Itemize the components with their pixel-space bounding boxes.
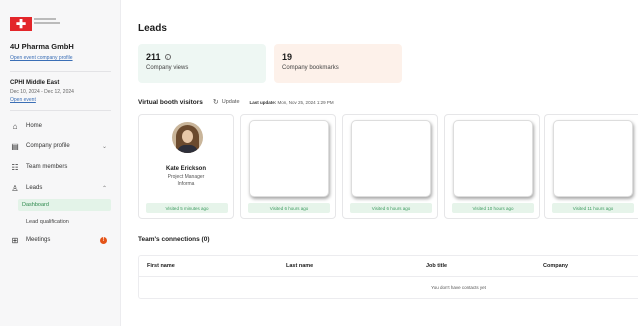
- sidebar-subitem-dashboard[interactable]: Dashboard: [18, 199, 111, 211]
- visitor-card[interactable]: Visited 10 hours ago: [444, 114, 540, 219]
- sidebar-divider: [10, 110, 111, 111]
- visitor-card[interactable]: Kate Erickson Project Manager Informa Vi…: [138, 114, 234, 219]
- sidebar-item-label: Meetings: [26, 237, 51, 243]
- company-profile-link[interactable]: Open event company profile: [10, 55, 73, 61]
- company-bookmarks-value: 19: [282, 52, 293, 62]
- company-bookmarks-label: Company bookmarks: [282, 65, 339, 71]
- event-name: CPHI Middle East: [10, 80, 60, 86]
- visited-badge: Visited 5 minutes ago: [146, 203, 228, 213]
- column-header[interactable]: Company: [543, 263, 568, 269]
- leads-icon: ♙: [11, 183, 19, 193]
- update-button[interactable]: ↻ Update: [213, 98, 240, 106]
- update-label: Update: [221, 99, 240, 105]
- sidebar-item-label: Company profile: [26, 143, 70, 149]
- visitor-placeholder: [351, 120, 431, 197]
- chevron-down-icon: ⌄: [101, 143, 107, 150]
- team-icon: ☷: [11, 162, 19, 172]
- logo-wordmark: [34, 18, 60, 26]
- company-bookmarks-card: 19 Company bookmarks: [274, 44, 402, 83]
- sidebar-subitem-lead-qualification[interactable]: Lead qualification: [22, 216, 69, 228]
- visitor-card[interactable]: Visited 6 hours ago: [240, 114, 336, 219]
- team-connections-title: Team's connections (0): [138, 236, 210, 243]
- visited-badge: Visited 6 hours ago: [248, 203, 330, 213]
- sidebar-item-company-profile[interactable]: ▤ Company profile ⌄: [10, 139, 111, 153]
- building-icon: ▤: [11, 141, 19, 151]
- sidebar-item-leads[interactable]: ♙ Leads ⌃: [10, 181, 111, 195]
- visitor-placeholder: [249, 120, 329, 197]
- home-icon: ⌂: [12, 121, 18, 131]
- connections-table: First name Last name Job title Company Y…: [138, 255, 638, 299]
- sidebar-item-label: Team members: [26, 164, 68, 170]
- column-header[interactable]: Job title: [426, 263, 447, 269]
- visited-badge: Visited 11 hours ago: [552, 203, 634, 213]
- meetings-icon: ⊞: [11, 235, 19, 245]
- info-icon[interactable]: i: [164, 54, 171, 60]
- sidebar-divider: [10, 71, 111, 72]
- company-name: 4U Pharma GmbH: [10, 42, 74, 51]
- company-views-card: 211 i Company views: [138, 44, 266, 83]
- visitor-company: Informa: [177, 181, 195, 187]
- column-header[interactable]: First name: [147, 263, 175, 269]
- page-title: Leads: [138, 23, 167, 34]
- last-update-label: Last update:: [249, 99, 277, 105]
- chevron-up-icon: ⌃: [101, 185, 107, 192]
- sidebar-item-team-members[interactable]: ☷ Team members: [10, 160, 111, 174]
- sidebar-item-label: Home: [26, 123, 43, 129]
- column-header[interactable]: Last name: [286, 263, 313, 269]
- sidebar-item-meetings[interactable]: ⊞ Meetings !: [10, 233, 111, 247]
- visitor-placeholder: [553, 120, 633, 197]
- sidebar: ✚ 4U Pharma GmbH Open event company prof…: [0, 0, 121, 326]
- logo-cross-icon: ✚: [15, 17, 27, 31]
- empty-state-text: You don't have contacts yet: [431, 285, 486, 290]
- visitor-name: Kate Erickson: [165, 166, 207, 172]
- visitor-card[interactable]: Visited 6 hours ago: [342, 114, 438, 219]
- refresh-icon: ↻: [212, 99, 219, 106]
- last-update: Last update: Mon, Nov 25, 2024 1:29 PM: [250, 100, 334, 105]
- visitor-role: Project Manager: [167, 174, 205, 180]
- company-views-label: Company views: [146, 65, 189, 71]
- table-header: First name Last name Job title Company: [139, 256, 638, 277]
- visited-badge: Visited 6 hours ago: [350, 203, 432, 213]
- visitors-title: Virtual booth visitors: [138, 98, 203, 106]
- stat-value-row: 211 i: [146, 52, 258, 62]
- event-dates: Dec 10, 2024 - Dec 12, 2024: [10, 89, 74, 95]
- open-event-link[interactable]: Open event: [10, 97, 36, 103]
- sidebar-item-home[interactable]: ⌂ Home: [10, 119, 111, 133]
- visited-badge: Visited 10 hours ago: [452, 203, 534, 213]
- sidebar-item-label: Leads: [26, 185, 43, 191]
- alert-badge: !: [100, 236, 107, 244]
- company-views-value: 211: [146, 52, 161, 62]
- visitor-card[interactable]: Visited 11 hours ago: [544, 114, 638, 219]
- visitors-header: Virtual booth visitors ↻ Update Last upd…: [138, 98, 334, 107]
- company-logo: ✚: [10, 17, 32, 31]
- last-update-value: Mon, Nov 25, 2024 1:29 PM: [277, 99, 334, 105]
- avatar: [172, 122, 203, 153]
- visitor-placeholder: [453, 120, 533, 197]
